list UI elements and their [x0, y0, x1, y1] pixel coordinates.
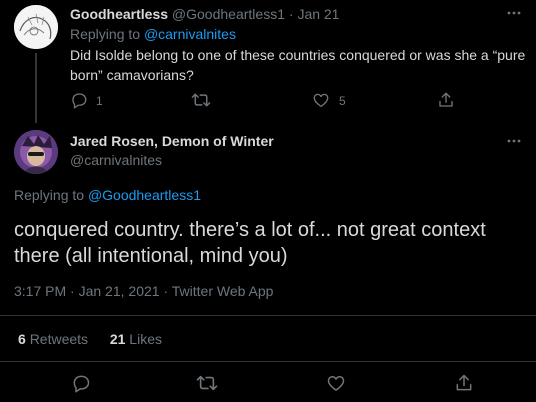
main-like-icon[interactable]: [326, 373, 346, 393]
reply-text-line2: born” camavorians?: [70, 67, 194, 83]
avatar-portrait-image: [14, 130, 58, 174]
likes-stat[interactable]: 21 Likes: [110, 331, 162, 347]
main-time[interactable]: 3:17 PM: [14, 283, 66, 299]
reply-reply-count: 1: [96, 94, 103, 108]
reply-more-icon[interactable]: [506, 10, 522, 16]
reply-display-name[interactable]: Goodheartless: [70, 6, 168, 22]
avatar-jared-rosen[interactable]: [14, 130, 58, 174]
retweets-label: Retweets: [29, 331, 89, 347]
reply-retweet-icon[interactable]: [191, 91, 211, 109]
reply-share-icon[interactable]: [437, 90, 455, 110]
main-text-line2: there (all intentional, mind you): [14, 245, 288, 267]
thread-line: [35, 53, 37, 123]
reply-replying-to: Replying to @carnivalnites: [70, 26, 236, 42]
main-retweet-icon[interactable]: [196, 373, 218, 393]
main-engagement-stats: 6 Retweets 21 Likes: [18, 331, 162, 347]
avatar-sketch-image: [14, 5, 58, 49]
likes-label: Likes: [129, 331, 162, 347]
main-source[interactable]: Twitter Web App: [172, 283, 274, 299]
main-display-name[interactable]: Jared Rosen, Demon of Winter: [70, 133, 274, 149]
reply-tweet-header: Goodheartless @Goodheartless1 · Jan 21: [70, 6, 339, 22]
reply-handle[interactable]: @Goodheartless1: [172, 6, 285, 22]
main-meta-separator-1: ·: [70, 283, 75, 299]
avatar-goodheartless[interactable]: [14, 5, 58, 49]
retweets-stat[interactable]: 6 Retweets: [18, 331, 92, 347]
main-tweet-meta: 3:17 PM · Jan 21, 2021 · Twitter Web App: [14, 283, 273, 299]
main-replying-to-prefix: Replying to: [14, 187, 85, 203]
main-date[interactable]: Jan 21, 2021: [79, 283, 160, 299]
main-share-icon[interactable]: [454, 372, 474, 394]
reply-date[interactable]: Jan 21: [297, 6, 339, 22]
reply-replying-to-prefix: Replying to: [70, 26, 141, 42]
reply-comment-icon[interactable]: [70, 91, 88, 109]
main-replying-to-handle[interactable]: @Goodheartless1: [88, 187, 201, 203]
reply-replying-to-handle[interactable]: @carnivalnites: [144, 26, 236, 42]
divider-bottom: [0, 361, 536, 362]
main-tweet-header: Jared Rosen, Demon of Winter: [70, 133, 274, 149]
main-reply-icon[interactable]: [71, 373, 91, 393]
main-meta-separator-2: ·: [163, 283, 169, 299]
reply-separator: ·: [288, 6, 294, 22]
main-replying-to: Replying to @Goodheartless1: [14, 187, 201, 203]
reply-like-icon[interactable]: [312, 91, 330, 109]
reply-text-line1: Did Isolde belong to one of these countr…: [70, 47, 526, 63]
divider-top: [0, 315, 536, 316]
retweets-value: 6: [18, 331, 26, 347]
main-tweet-text: conquered country. there’s a lot of... n…: [14, 217, 486, 269]
main-text-line1: conquered country. there’s a lot of... n…: [14, 219, 486, 241]
main-more-icon[interactable]: [506, 138, 522, 144]
likes-value: 21: [109, 331, 126, 347]
main-handle[interactable]: @carnivalnites: [70, 152, 162, 168]
reply-like-count: 5: [339, 94, 346, 108]
reply-tweet-text: Did Isolde belong to one of these countr…: [70, 45, 525, 85]
